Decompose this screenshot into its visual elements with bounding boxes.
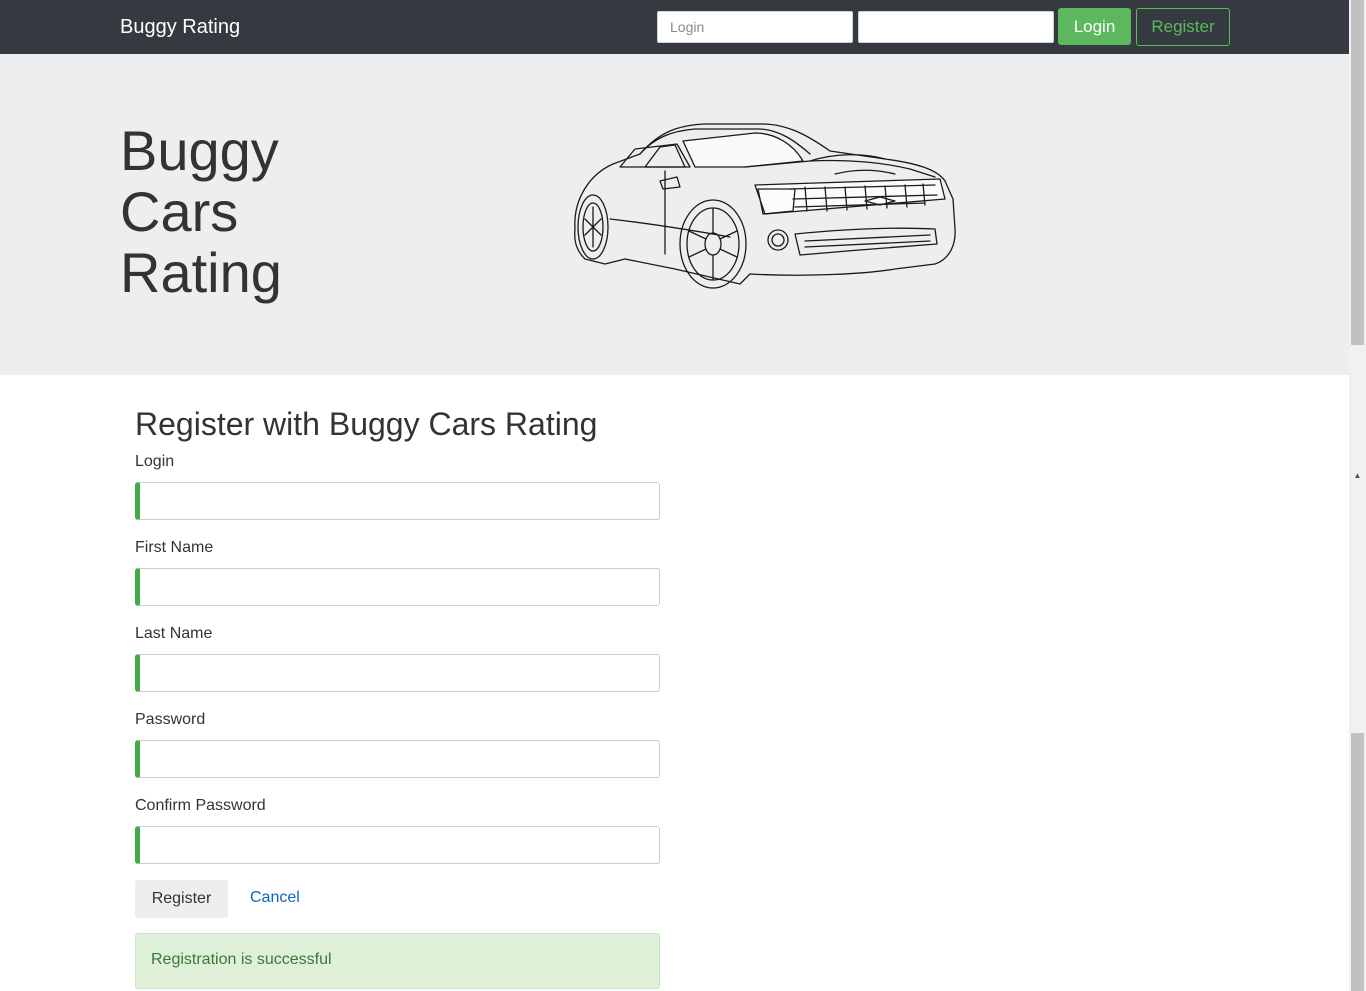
hero-title: Buggy Cars Rating <box>120 120 380 303</box>
brand-link[interactable]: Buggy Rating <box>120 13 240 41</box>
register-submit-button[interactable]: Register <box>135 880 228 918</box>
first-name-input[interactable] <box>135 568 660 606</box>
hero-title-line: Buggy <box>120 119 279 182</box>
login-label: Login <box>135 453 175 470</box>
hero-banner: Buggy Cars Rating <box>0 54 1349 375</box>
first-name-label: First Name <box>135 539 214 556</box>
nav-password-input[interactable] <box>858 11 1054 43</box>
car-image <box>574 123 956 289</box>
confirm-password-input[interactable] <box>135 826 660 864</box>
password-label: Password <box>135 711 206 728</box>
nav-register-button[interactable]: Register <box>1136 8 1230 46</box>
form-title: Register with Buggy Cars Rating <box>135 406 598 442</box>
last-name-label: Last Name <box>135 625 213 642</box>
success-alert: Registration is successful <box>135 933 660 989</box>
hero-title-line: Cars <box>120 180 239 243</box>
scroll-up-arrow-icon[interactable]: ▲ <box>1351 470 1364 482</box>
login-input[interactable] <box>135 482 660 520</box>
scrollbar-thumb[interactable] <box>1351 0 1364 345</box>
password-input[interactable] <box>135 740 660 778</box>
nav-login-button[interactable]: Login <box>1058 8 1131 45</box>
navbar: Buggy Rating Login Register <box>0 0 1349 54</box>
cancel-link[interactable]: Cancel <box>250 888 300 908</box>
confirm-password-label: Confirm Password <box>135 797 266 814</box>
hero-title-line: Rating <box>120 241 282 304</box>
scrollbar-thumb[interactable] <box>1351 733 1364 991</box>
last-name-input[interactable] <box>135 654 660 692</box>
nav-login-input[interactable] <box>657 11 853 43</box>
